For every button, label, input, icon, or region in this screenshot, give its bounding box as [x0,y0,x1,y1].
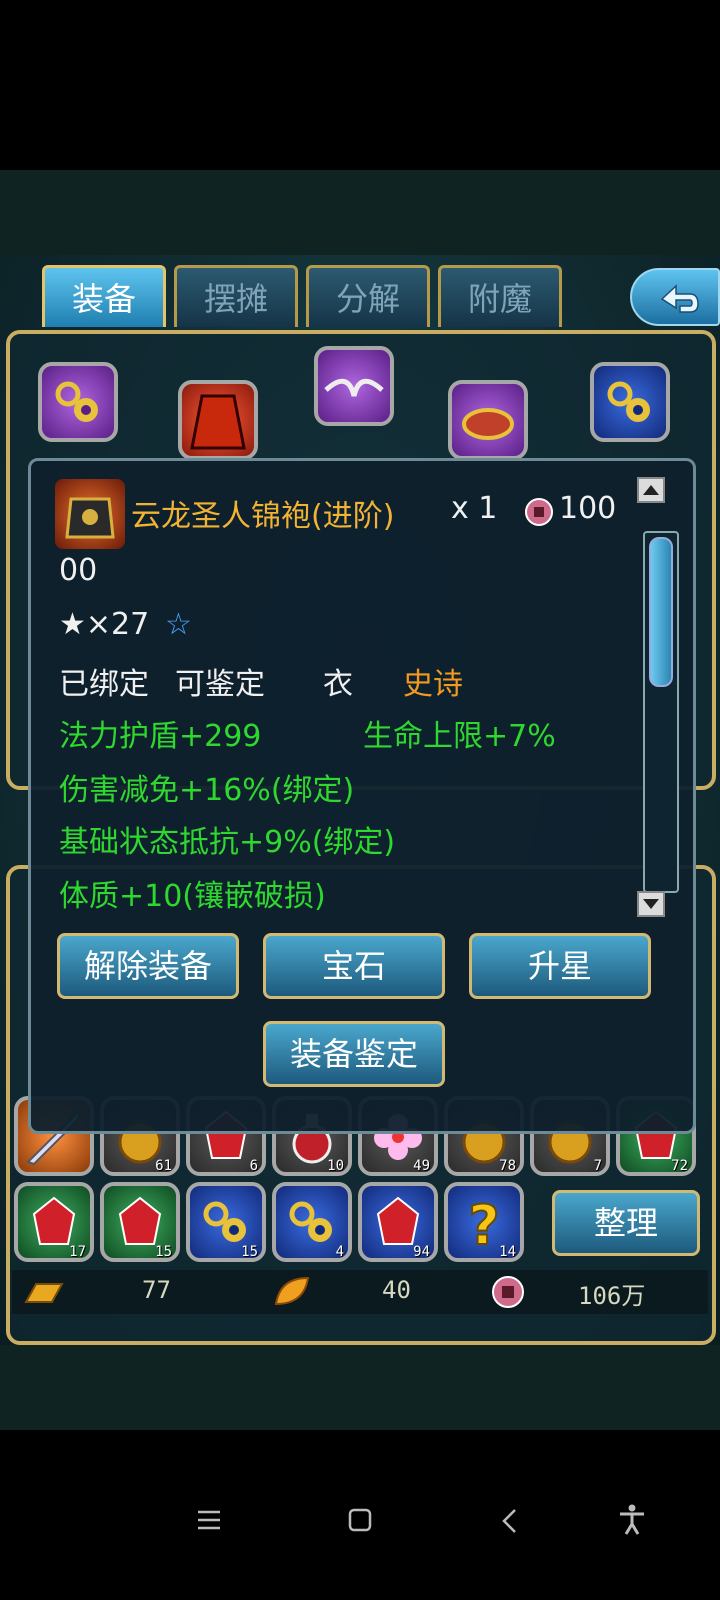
back-arrow-icon [660,284,699,313]
attr-line: 伤害减免+16%(绑定) [59,773,355,808]
chain-icon [607,381,650,422]
leaf-amount: 40 [382,1276,411,1304]
equip-slot-accessory-right[interactable] [590,362,670,442]
attr-line: 基础状态抵抗+9%(绑定) [59,825,396,860]
scrollbar-track[interactable] [643,531,679,893]
star-outline-icon: ☆ [165,607,192,642]
leaf-icon [274,1276,310,1306]
item-count: 17 [69,1244,86,1260]
item-thumbnail [55,479,125,549]
gold-amount: 77 [142,1276,171,1304]
svg-text:?: ? [468,1194,499,1257]
tab-stall[interactable]: 摆摊 [174,265,298,327]
chain-icon [55,381,98,422]
item-count: 94 [413,1244,430,1260]
identify-status: 可鉴定 [175,667,265,702]
chevron-up-icon [643,485,659,495]
sort-button[interactable]: 整理 [552,1190,700,1256]
item-count: 72 [671,1158,688,1174]
item-price-continued: 00 [59,553,98,588]
armor-icon [65,497,115,539]
item-tooltip: 云龙圣人锦袍(进阶) x 1 100 00 ★×27 ☆ 已绑定 可鉴定 衣 史… [28,458,696,1134]
tab-equipment[interactable]: 装备 [42,265,166,327]
equip-slot-head[interactable] [314,346,394,426]
scroll-up-button[interactable] [637,477,665,503]
tab-decompose[interactable]: 分解 [306,265,430,327]
scrollbar-thumb[interactable] [649,537,673,687]
home-icon[interactable] [348,1508,372,1532]
attr-line: 体质+10(镶嵌破损) [59,879,326,914]
item-quantity: x 1 [451,491,498,526]
menu-icon[interactable] [196,1508,222,1532]
inventory-slot[interactable]: ? 14 [444,1182,524,1262]
item-count: 61 [155,1158,172,1174]
scroll-down-button[interactable] [637,891,665,917]
item-count: 10 [327,1158,344,1174]
coin-icon [525,498,553,526]
item-count: 14 [499,1244,516,1260]
back-button[interactable] [630,268,720,326]
coin-amount: 106万 [578,1282,646,1310]
gold-ingot-icon [24,1283,64,1303]
bind-status: 已绑定 [59,667,149,702]
equip-slot-accessory-left[interactable] [38,362,118,442]
back-nav-icon[interactable] [500,1508,520,1534]
accessibility-icon[interactable] [618,1504,646,1536]
attr-line: 法力护盾+299 [59,719,262,754]
inventory-slot[interactable]: 15 [186,1182,266,1262]
equip-slot-type: 衣 [323,667,353,702]
item-price: 100 [559,491,617,526]
inventory-slot[interactable]: 17 [14,1182,94,1262]
gem-button[interactable]: 宝石 [263,933,445,999]
item-count: 15 [155,1244,172,1260]
wings-icon [324,378,384,397]
currency-bar: 77 40 106万 [12,1270,708,1314]
upgrade-star-button[interactable]: 升星 [469,933,651,999]
item-count: 4 [335,1244,344,1260]
tab-enchant[interactable]: 附魔 [438,265,562,327]
item-count: 15 [241,1244,258,1260]
chevron-down-icon [643,899,659,909]
cloak-icon [190,394,246,450]
attr-line: 生命上限+7% [363,719,556,754]
equip-slot-cloak[interactable] [178,380,258,460]
inventory-slot[interactable]: 4 [272,1182,352,1262]
identify-equipment-button[interactable]: 装备鉴定 [263,1021,445,1087]
system-navbar [0,1470,720,1570]
bracer-icon [462,408,514,440]
inventory-slot[interactable]: 15 [100,1182,180,1262]
item-count: 7 [593,1158,602,1174]
inventory-slot[interactable]: 94 [358,1182,438,1262]
coin-icon [492,1276,524,1308]
item-count: 6 [249,1158,258,1174]
item-count: 78 [499,1158,516,1174]
item-name: 云龙圣人锦袍(进阶) [131,499,395,534]
star-level: ★×27 [59,607,150,642]
equip-slot-bracer[interactable] [448,380,528,460]
unequip-button[interactable]: 解除装备 [57,933,239,999]
item-count: 49 [413,1158,430,1174]
quality-label: 史诗 [403,667,463,702]
